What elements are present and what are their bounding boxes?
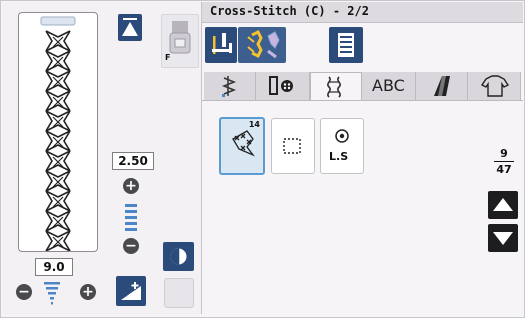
arrow-up-icon bbox=[493, 198, 513, 211]
stitch-preview bbox=[18, 12, 98, 252]
stitch-edit-button[interactable] bbox=[238, 27, 286, 63]
mirror-image-button[interactable] bbox=[163, 242, 194, 271]
wedge-adjust-icon bbox=[121, 282, 141, 300]
cross-stitch-pattern-preview bbox=[40, 16, 76, 252]
tab-quilt-stitches[interactable] bbox=[416, 72, 468, 100]
stitch-width-increase-button[interactable]: + bbox=[80, 284, 96, 300]
heart-stitch-edit-icon bbox=[247, 29, 280, 59]
page-up-button[interactable] bbox=[488, 191, 518, 219]
presser-foot-image: F bbox=[161, 14, 199, 68]
page-current: 9 bbox=[500, 147, 508, 160]
tab-utility-stitches[interactable] bbox=[204, 72, 256, 100]
page-total: 47 bbox=[496, 163, 512, 176]
presser-foot-settings-button[interactable] bbox=[205, 27, 237, 63]
stitch-tile-square-outline[interactable] bbox=[271, 118, 315, 174]
needle-up-button[interactable] bbox=[118, 14, 142, 41]
buttonhole-icon bbox=[269, 76, 293, 95]
tab-garment-stitches[interactable] bbox=[468, 72, 521, 100]
page-down-button[interactable] bbox=[488, 224, 518, 252]
stitch-label: L.S bbox=[329, 150, 349, 163]
presser-foot-icon bbox=[212, 33, 232, 54]
page-indicator: 9 47 bbox=[492, 147, 516, 176]
utility-stitch-icon bbox=[221, 76, 237, 97]
tension-adjust-button[interactable] bbox=[116, 276, 146, 306]
stitch-tile-l-s[interactable]: L.S bbox=[320, 118, 364, 174]
shirt-icon bbox=[480, 75, 510, 97]
page-divider bbox=[494, 161, 514, 162]
tab-buttonholes[interactable] bbox=[256, 72, 310, 100]
stitch-list-icon bbox=[338, 33, 354, 57]
stitch-width-value: 9.0 bbox=[35, 258, 73, 276]
tab-alphabet[interactable]: ABC bbox=[362, 72, 416, 100]
stitch-length-indicator-icon bbox=[125, 204, 137, 231]
window-title: Cross-Stitch (C) - 2/2 bbox=[210, 4, 369, 18]
presser-foot-label: F bbox=[165, 53, 171, 62]
arrow-up-to-bar-icon bbox=[122, 18, 138, 36]
stitch-category-tabs: ABC bbox=[202, 72, 523, 100]
stitch-list-button[interactable] bbox=[329, 27, 363, 63]
decorative-stitch-icon bbox=[327, 76, 341, 98]
stitch-settings-panel: F 2.50 + − 9.0 − + bbox=[2, 2, 202, 314]
tab-decorative-stitches[interactable] bbox=[310, 72, 362, 100]
square-outline-icon bbox=[283, 138, 301, 154]
stitch-width-decrease-button[interactable]: − bbox=[16, 284, 32, 300]
window-title-bar: Cross-Stitch (C) - 2/2 bbox=[202, 2, 523, 23]
stitch-tile-cross-stitch-heart[interactable]: 14 bbox=[219, 117, 265, 175]
quilt-stitch-icon bbox=[434, 76, 450, 96]
target-icon bbox=[335, 129, 349, 143]
alphabet-icon: ABC bbox=[372, 76, 405, 95]
stitch-number-badge: 14 bbox=[248, 120, 260, 129]
blank-option-button[interactable] bbox=[164, 278, 194, 308]
stitch-length-decrease-button[interactable]: − bbox=[123, 238, 139, 254]
stitch-length-value: 2.50 bbox=[112, 152, 154, 170]
stitch-selection-area: 14 L.S 9 47 bbox=[202, 100, 523, 315]
stitch-length-increase-button[interactable]: + bbox=[123, 178, 139, 194]
stitch-width-indicator-icon bbox=[44, 282, 60, 305]
mirror-icon bbox=[170, 247, 187, 266]
arrow-down-icon bbox=[493, 232, 513, 245]
